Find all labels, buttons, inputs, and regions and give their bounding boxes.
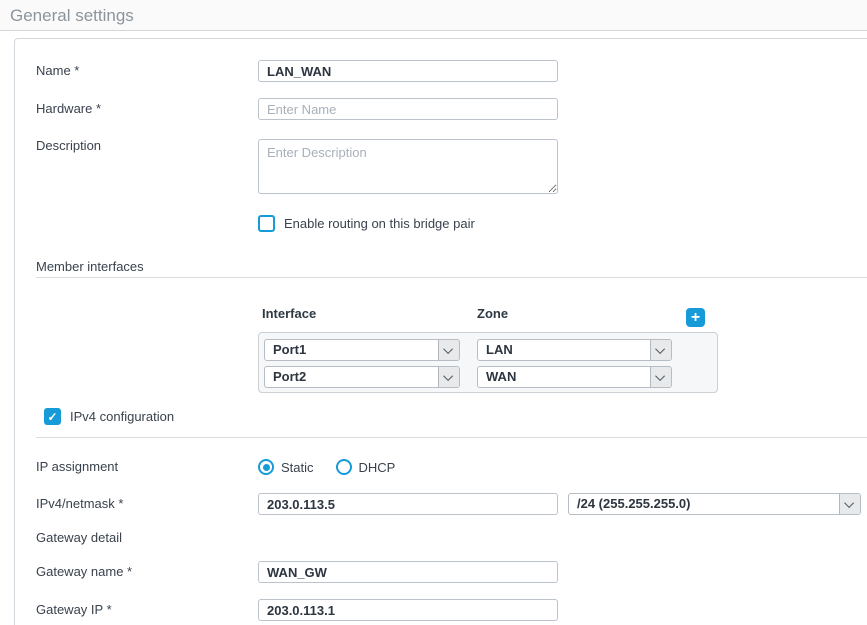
ipv4-netmask-label: IPv4/netmask * — [36, 493, 123, 514]
gateway-ip-input[interactable] — [258, 599, 558, 621]
chevron-down-icon — [438, 340, 459, 360]
name-input[interactable] — [258, 60, 558, 82]
hardware-label: Hardware * — [36, 98, 101, 119]
interface-select-row2[interactable]: Port2 — [264, 366, 460, 388]
ip-assignment-label: IP assignment — [36, 456, 118, 477]
interface-column-header: Interface — [262, 306, 316, 321]
zone-select-row1-value: LAN — [478, 340, 650, 360]
chevron-down-icon — [650, 367, 671, 387]
description-label: Description — [36, 135, 101, 156]
chevron-down-icon — [650, 340, 671, 360]
static-radio-option[interactable]: Static — [258, 459, 314, 475]
enable-routing-label: Enable routing on this bridge pair — [284, 216, 475, 231]
name-label: Name * — [36, 60, 79, 81]
member-interfaces-heading: Member interfaces — [36, 258, 144, 276]
page-title: General settings — [10, 0, 134, 31]
plus-icon: + — [691, 309, 700, 326]
hardware-input[interactable] — [258, 98, 558, 120]
zone-select-row2-value: WAN — [478, 367, 650, 387]
enable-routing-row: Enable routing on this bridge pair — [258, 215, 475, 232]
zone-select-row2[interactable]: WAN — [477, 366, 672, 388]
add-interface-button[interactable]: + — [686, 308, 705, 327]
chevron-down-icon — [438, 367, 459, 387]
zone-column-header: Zone — [477, 306, 508, 321]
ipv4-address-input[interactable] — [258, 493, 558, 515]
radio-selected-icon — [258, 459, 274, 475]
ipv4-configuration-label: IPv4 configuration — [70, 409, 174, 424]
gateway-ip-label: Gateway IP * — [36, 599, 112, 620]
ip-assignment-options: Static DHCP — [258, 459, 395, 475]
radio-unselected-icon — [336, 459, 352, 475]
ipv4-configuration-row: ✓ IPv4 configuration — [44, 408, 174, 425]
interface-select-row2-value: Port2 — [265, 367, 438, 387]
dhcp-radio-option[interactable]: DHCP — [336, 459, 396, 475]
interface-select-row1-value: Port1 — [265, 340, 438, 360]
zone-select-row1[interactable]: LAN — [477, 339, 672, 361]
divider — [36, 437, 867, 438]
gateway-detail-heading: Gateway detail — [36, 529, 122, 547]
divider — [36, 277, 867, 278]
netmask-select[interactable]: /24 (255.255.255.0) — [568, 493, 861, 515]
gateway-name-label: Gateway name * — [36, 561, 132, 582]
general-settings-page: General settings Name * Hardware * Descr… — [0, 0, 867, 625]
interface-select-row1[interactable]: Port1 — [264, 339, 460, 361]
ipv4-configuration-checkbox[interactable]: ✓ — [44, 408, 61, 425]
gateway-name-input[interactable] — [258, 561, 558, 583]
description-textarea[interactable] — [258, 139, 558, 194]
static-radio-label: Static — [281, 460, 314, 475]
enable-routing-checkbox[interactable] — [258, 215, 275, 232]
check-icon: ✓ — [47, 411, 57, 423]
dhcp-radio-label: DHCP — [359, 460, 396, 475]
chevron-down-icon — [839, 494, 860, 514]
netmask-select-value: /24 (255.255.255.0) — [569, 494, 839, 514]
